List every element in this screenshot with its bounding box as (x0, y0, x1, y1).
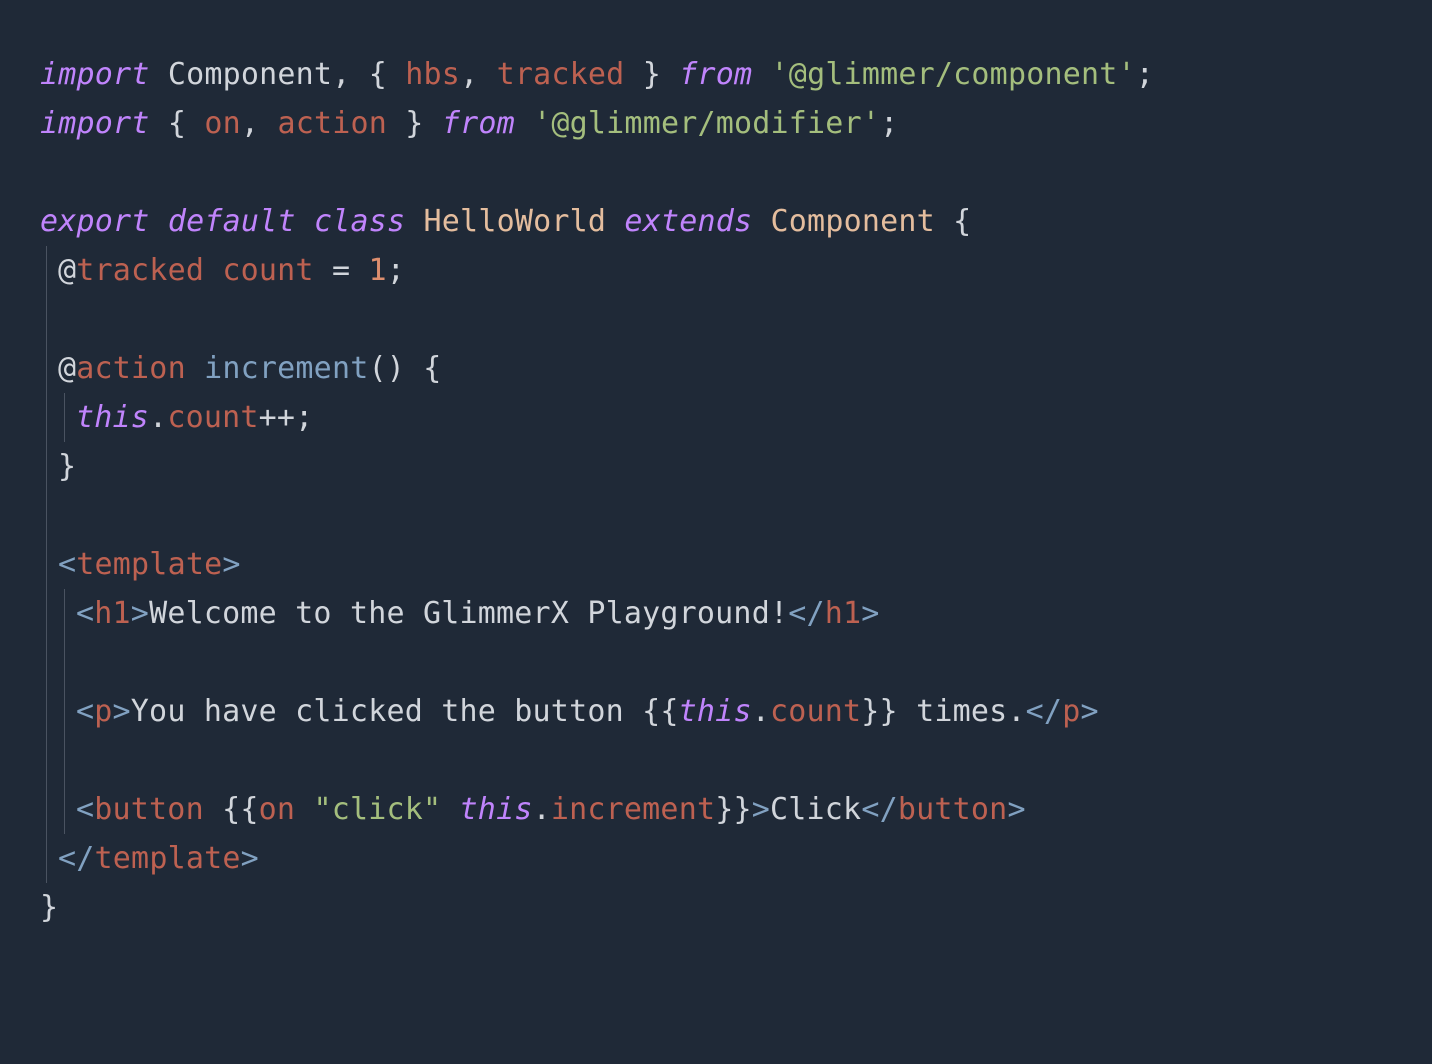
number: 1 (368, 253, 386, 288)
tag-p: p (94, 694, 112, 729)
string-click: "click" (313, 792, 441, 827)
string: '@glimmer/modifier' (533, 106, 880, 141)
tag-button: button (94, 792, 204, 827)
text-click: Click (770, 792, 861, 827)
ident-tracked: tracked (497, 57, 625, 92)
tag-h1: h1 (94, 596, 131, 631)
class-name: HelloWorld (424, 204, 607, 239)
text-welcome: Welcome to the GlimmerX Playground! (149, 596, 788, 631)
string: '@glimmer/component' (771, 57, 1136, 92)
comma: , (332, 57, 350, 92)
keyword-default: default (168, 204, 296, 239)
keyword-class: class (314, 204, 405, 239)
keyword-extends: extends (624, 204, 752, 239)
decorator-action: action (76, 351, 186, 386)
prop-count: count (222, 253, 313, 288)
keyword-from: from (679, 57, 752, 92)
code-block[interactable]: import Component, { hbs, tracked } from … (0, 0, 1432, 972)
decorator-tracked: tracked (76, 253, 204, 288)
fn-increment: increment (204, 351, 368, 386)
ident-hbs: hbs (405, 57, 460, 92)
keyword-this: this (76, 400, 149, 435)
keyword-export: export (40, 204, 150, 239)
ident-component: Component (168, 57, 332, 92)
keyword-import: import (40, 57, 150, 92)
ident-action: action (277, 106, 387, 141)
ident-on: on (204, 106, 241, 141)
tag-template: template (76, 547, 222, 582)
